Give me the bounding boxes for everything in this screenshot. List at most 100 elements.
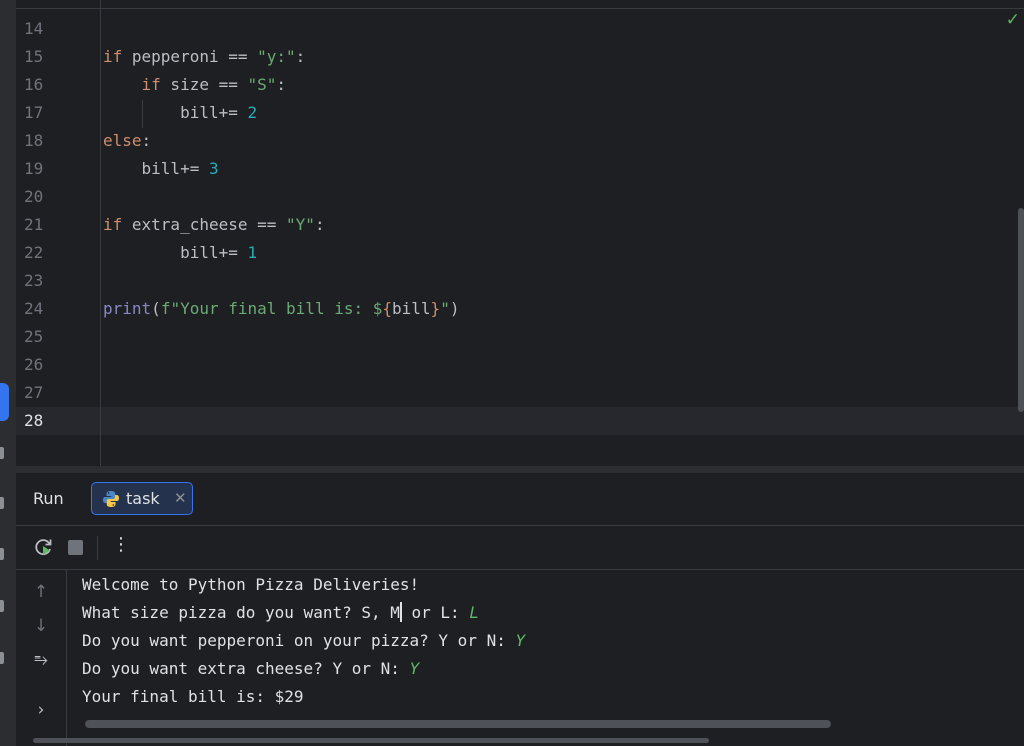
code-token: { bbox=[382, 299, 393, 318]
code-token: "y:" bbox=[257, 47, 296, 66]
soft-wrap-icon[interactable]: ⥱ bbox=[31, 650, 51, 670]
code-line[interactable]: 17 bill+= 2 bbox=[16, 99, 1024, 127]
line-number[interactable]: 26 bbox=[24, 351, 64, 379]
code-token: : bbox=[276, 75, 287, 94]
code-text[interactable]: if extra_cheese == "Y": bbox=[103, 211, 325, 239]
console-text: Welcome to Python Pizza Deliveries! bbox=[82, 575, 420, 594]
user-input: Y bbox=[515, 631, 526, 650]
expand-icon[interactable]: › bbox=[31, 700, 51, 720]
code-line[interactable]: 22 bill+= 1 bbox=[16, 239, 1024, 267]
run-tool-window: Run task ✕ ⋮ ↑ ↓ ⥱ › Welcome to Python P… bbox=[16, 473, 1024, 746]
user-input: Y bbox=[409, 659, 420, 678]
code-line[interactable]: 28 bbox=[16, 407, 1024, 435]
code-token: 3 bbox=[208, 159, 219, 178]
code-line[interactable]: 27 bbox=[16, 379, 1024, 407]
tool-strip-icon[interactable] bbox=[0, 497, 4, 509]
line-number[interactable]: 17 bbox=[24, 99, 64, 127]
console-output[interactable]: Welcome to Python Pizza Deliveries! What … bbox=[82, 570, 1024, 746]
editor-vertical-scrollbar[interactable] bbox=[1018, 208, 1024, 412]
code-line[interactable]: 18 else: bbox=[16, 127, 1024, 155]
gutter-separator bbox=[100, 0, 101, 466]
code-token: } bbox=[430, 299, 441, 318]
code-token: f"Your final bill is: $ bbox=[160, 299, 383, 318]
close-tab-icon[interactable]: ✕ bbox=[174, 489, 187, 507]
code-line[interactable]: 16 if size == "S": bbox=[16, 71, 1024, 99]
code-text[interactable]: bill+= 3 bbox=[103, 155, 219, 183]
tool-window-strip bbox=[0, 0, 16, 746]
code-token: else bbox=[103, 131, 142, 150]
bottom-scrollbar[interactable] bbox=[33, 738, 709, 743]
tool-strip-icon[interactable] bbox=[0, 447, 4, 459]
code-editor[interactable]: 14 15 if pepperoni == "y:": 16 if size == "… bbox=[16, 0, 1024, 466]
console-text: Do you want pepperoni on your pizza? Y o… bbox=[82, 631, 516, 650]
code-token: if bbox=[141, 75, 161, 94]
tool-strip-icon[interactable] bbox=[0, 652, 4, 664]
tool-strip-icon[interactable] bbox=[0, 600, 4, 612]
code-token: bill+= bbox=[103, 243, 248, 262]
tool-strip-icon[interactable] bbox=[0, 548, 4, 560]
rerun-icon[interactable] bbox=[34, 537, 54, 557]
line-number[interactable]: 27 bbox=[24, 379, 64, 407]
line-number[interactable]: 21 bbox=[24, 211, 64, 239]
code-token: print bbox=[103, 299, 152, 318]
code-line[interactable]: 15 if pepperoni == "y:": bbox=[16, 43, 1024, 71]
code-line[interactable]: 23 bbox=[16, 267, 1024, 295]
code-token: extra_cheese == bbox=[122, 215, 287, 234]
code-line[interactable]: 20 bbox=[16, 183, 1024, 211]
code-token: : bbox=[295, 47, 306, 66]
code-line[interactable]: 14 bbox=[16, 15, 1024, 43]
active-tool-indicator[interactable] bbox=[0, 383, 9, 421]
code-token: bill bbox=[392, 299, 431, 318]
console-line: Welcome to Python Pizza Deliveries! bbox=[82, 571, 419, 599]
line-number[interactable]: 14 bbox=[24, 15, 64, 43]
panel-splitter[interactable] bbox=[16, 466, 1024, 473]
line-number[interactable]: 20 bbox=[24, 183, 64, 211]
code-token: ( bbox=[151, 299, 161, 318]
user-input: L bbox=[469, 603, 479, 622]
code-text[interactable]: else: bbox=[103, 127, 151, 155]
more-options-icon[interactable]: ⋮ bbox=[112, 534, 130, 555]
console-line: Do you want pepperoni on your pizza? Y o… bbox=[82, 627, 525, 655]
line-number[interactable]: 28 bbox=[24, 407, 64, 435]
run-header: Run task ✕ bbox=[16, 473, 1024, 526]
line-number[interactable]: 24 bbox=[24, 295, 64, 323]
code-line[interactable]: 26 bbox=[16, 351, 1024, 379]
code-text[interactable]: if pepperoni == "y:": bbox=[103, 43, 305, 71]
code-line[interactable]: 25 bbox=[16, 323, 1024, 351]
run-tab-task[interactable]: task ✕ bbox=[91, 482, 193, 515]
line-number[interactable]: 15 bbox=[24, 43, 64, 71]
code-text[interactable]: print(f"Your final bill is: ${bill}") bbox=[103, 295, 459, 323]
run-tab-label: task bbox=[126, 489, 160, 508]
line-number[interactable]: 23 bbox=[24, 267, 64, 295]
arrow-up-icon[interactable]: ↑ bbox=[31, 582, 51, 602]
code-text[interactable]: bill+= 2 bbox=[103, 99, 257, 127]
console-line: Your final bill is: $29 bbox=[82, 683, 304, 711]
code-line[interactable]: 19 bill+= 3 bbox=[16, 155, 1024, 183]
code-token: " bbox=[440, 299, 450, 318]
console-horizontal-scrollbar[interactable] bbox=[85, 720, 831, 728]
arrow-down-icon[interactable]: ↓ bbox=[31, 616, 51, 636]
code-token: 1 bbox=[247, 243, 258, 262]
line-number[interactable]: 25 bbox=[24, 323, 64, 351]
console-line: What size pizza do you want? S, M or L: … bbox=[82, 599, 479, 627]
code-token: : bbox=[141, 131, 152, 150]
code-line[interactable]: 21 if extra_cheese == "Y": bbox=[16, 211, 1024, 239]
code-text[interactable]: bill+= 1 bbox=[103, 239, 257, 267]
console-text: What size pizza do you want? S, M bbox=[82, 603, 400, 622]
code-line[interactable]: 24 print(f"Your final bill is: ${bill}") bbox=[16, 295, 1024, 323]
console-text: or L: bbox=[401, 603, 470, 622]
line-number[interactable]: 16 bbox=[24, 71, 64, 99]
line-number[interactable]: 18 bbox=[24, 127, 64, 155]
code-token: ) bbox=[449, 299, 460, 318]
no-problems-check-icon[interactable]: ✓ bbox=[1006, 10, 1020, 30]
code-token: if bbox=[103, 47, 123, 66]
code-text[interactable]: if size == "S": bbox=[103, 71, 287, 99]
line-number[interactable]: 22 bbox=[24, 239, 64, 267]
code-token: if bbox=[103, 215, 123, 234]
cut-off-line bbox=[16, 0, 1024, 9]
console-text: Your final bill is: $29 bbox=[82, 687, 304, 706]
code-token: bill+= bbox=[103, 103, 248, 122]
line-number[interactable]: 19 bbox=[24, 155, 64, 183]
stop-icon[interactable] bbox=[68, 540, 83, 555]
